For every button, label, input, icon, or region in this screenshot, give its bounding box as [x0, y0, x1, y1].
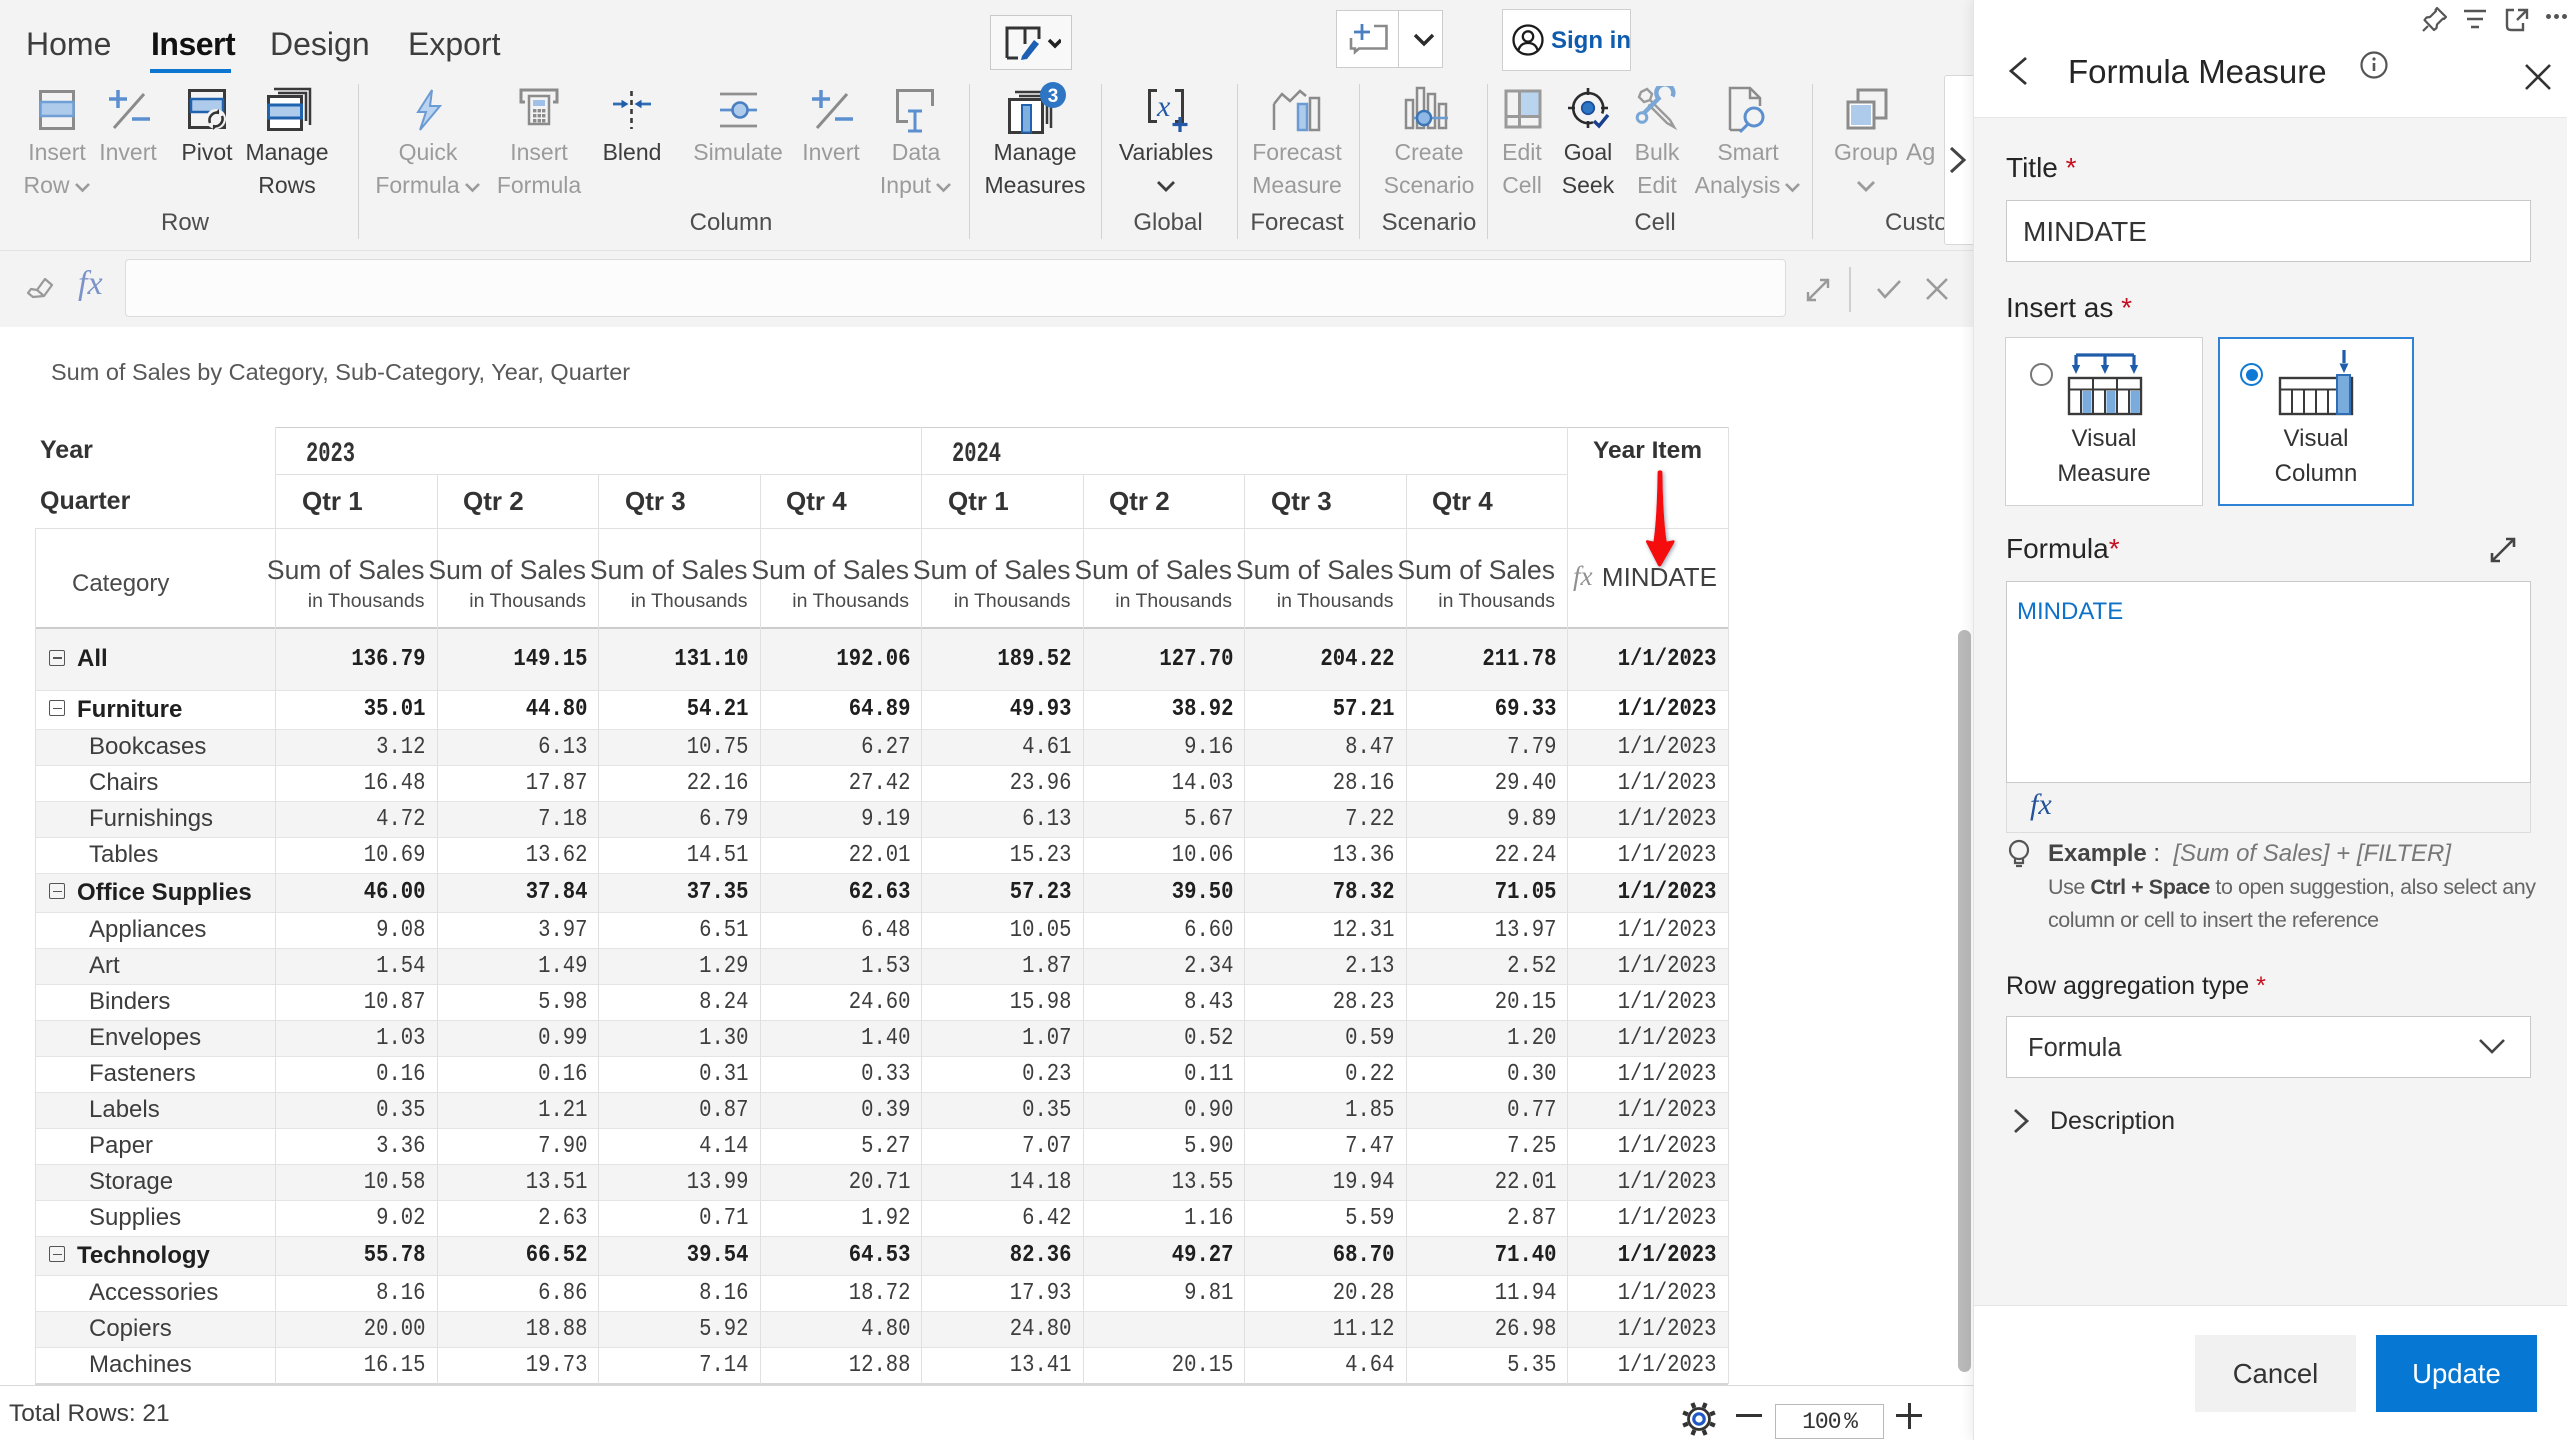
- svg-text:3: 3: [1048, 86, 1059, 107]
- svg-text:x: x: [1156, 90, 1171, 123]
